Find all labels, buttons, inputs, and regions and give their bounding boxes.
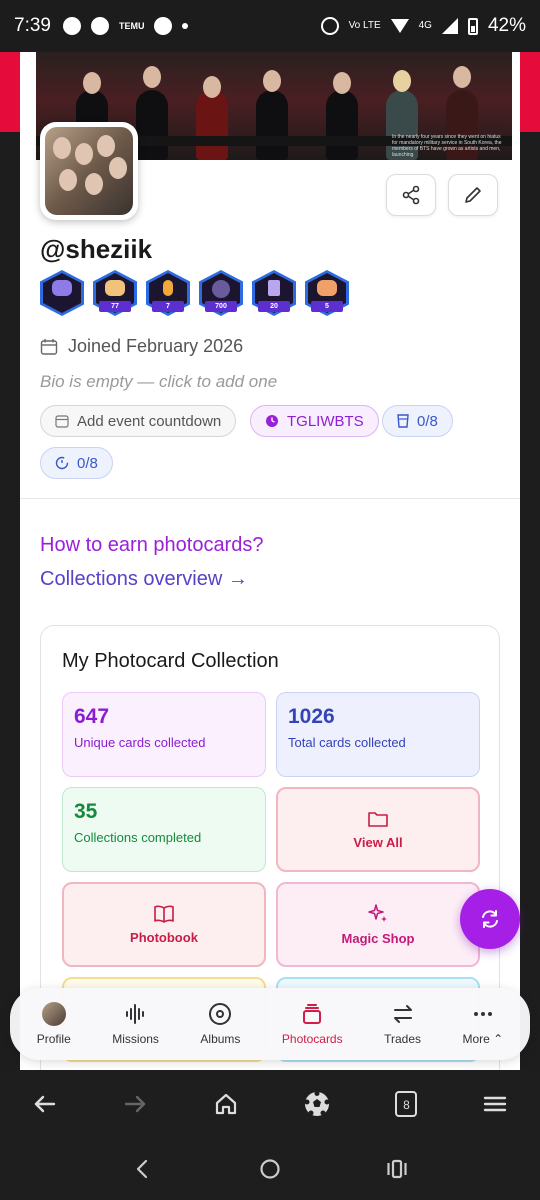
- more-dots-icon: [473, 1012, 492, 1016]
- more-notifications-dot: [182, 23, 189, 29]
- battery-percent: 42%: [487, 15, 526, 36]
- status-time: 7:39: [14, 15, 51, 36]
- status-bar: 7:39 TEMU Vo LTE 4G 42%: [0, 0, 540, 52]
- nav-profile[interactable]: Profile: [37, 1002, 71, 1046]
- chevron-up-icon: ⌃: [493, 1032, 504, 1046]
- stat-total-cards: 1026 Total cards collected: [276, 692, 480, 777]
- sparkles-icon: [368, 904, 387, 922]
- add-event-countdown-chip[interactable]: Add event countdown: [40, 405, 237, 437]
- bio-placeholder[interactable]: Bio is empty — click to add one: [40, 372, 277, 392]
- forward-arrow-icon[interactable]: [122, 1091, 148, 1117]
- nav-missions[interactable]: Missions: [112, 1002, 159, 1046]
- view-all-button[interactable]: View All: [276, 787, 480, 872]
- folder-icon: [368, 812, 388, 827]
- system-navigation: [0, 1138, 540, 1200]
- volte-icon: Vo LTE: [348, 20, 381, 31]
- share-button[interactable]: [386, 174, 436, 216]
- book-icon: [154, 905, 174, 923]
- cup-icon: [397, 414, 409, 428]
- photobook-button[interactable]: Photobook: [62, 882, 266, 967]
- network-type: 4G: [418, 20, 432, 31]
- tab-count: 8: [403, 1098, 410, 1112]
- magic-shop-button[interactable]: Magic Shop: [276, 882, 480, 967]
- how-to-earn-link[interactable]: How to earn photocards?: [40, 534, 263, 557]
- swap-arrows-icon: [393, 1005, 412, 1023]
- badge-brain[interactable]: [40, 270, 84, 316]
- joined-date: Joined February 2026: [40, 336, 243, 357]
- refresh-icon: [482, 910, 498, 928]
- film-reel-badge-icon: [212, 280, 230, 298]
- soccer-ball-icon[interactable]: [303, 1090, 331, 1118]
- tag-chip[interactable]: TGLIWBTS: [250, 405, 379, 437]
- wifi-icon: [390, 19, 409, 33]
- facebook-icon: [62, 17, 81, 35]
- edit-profile-button[interactable]: [448, 174, 498, 216]
- clock-icon: [266, 415, 278, 427]
- app-notification-icon: [90, 17, 109, 35]
- badge-film-reel[interactable]: 700: [199, 270, 243, 316]
- badge-pancake[interactable]: 77: [93, 270, 137, 316]
- nav-more[interactable]: More ⌃: [462, 1002, 503, 1046]
- system-home-icon[interactable]: [259, 1158, 281, 1180]
- calendar-small-icon: [55, 415, 69, 428]
- temu-notification-icon: TEMU: [118, 20, 145, 31]
- cell-signal-icon: [441, 18, 458, 34]
- card-stack-icon: [303, 1004, 322, 1024]
- right-page-edge: [520, 52, 540, 1070]
- egg-badge-icon: [163, 280, 173, 296]
- back-arrow-icon[interactable]: [32, 1091, 58, 1117]
- battery-icon: [467, 17, 478, 35]
- profile-avatar[interactable]: [40, 122, 138, 220]
- pancake-badge-icon: [105, 280, 125, 296]
- timer-progress-chip[interactable]: 0/8: [40, 447, 113, 479]
- calendar-icon: [40, 338, 58, 355]
- share-icon: [402, 185, 420, 205]
- badge-handshake[interactable]: 5: [305, 270, 349, 316]
- left-page-edge: [0, 52, 20, 1070]
- disc-icon: [209, 1003, 232, 1025]
- home-icon[interactable]: [213, 1091, 239, 1117]
- stat-collections-completed: 35 Collections completed: [62, 787, 266, 872]
- collection-title: My Photocard Collection: [62, 650, 279, 672]
- brain-badge-icon: [52, 280, 72, 296]
- badge-egg[interactable]: 7: [146, 270, 190, 316]
- badge-calendar[interactable]: 20: [252, 270, 296, 316]
- tabs-button[interactable]: 8: [395, 1091, 418, 1117]
- profile-page: In the nearly four years since they went…: [20, 52, 520, 1070]
- avatar-image: [45, 127, 133, 215]
- collections-overview-link[interactable]: Collections overview →: [40, 568, 248, 591]
- badge-row: 77 7 700 20 5: [40, 270, 349, 316]
- audio-wave-icon: [125, 1004, 144, 1024]
- refresh-fab[interactable]: [460, 889, 520, 949]
- joined-text: Joined February 2026: [68, 336, 244, 356]
- nav-trades[interactable]: Trades: [384, 1002, 421, 1046]
- nav-photocards[interactable]: Photocards: [282, 1002, 343, 1046]
- nav-albums[interactable]: Albums: [200, 1002, 240, 1046]
- system-recents-icon[interactable]: [386, 1158, 408, 1180]
- timer-icon: [55, 456, 69, 470]
- stat-unique-cards: 647 Unique cards collected: [62, 692, 266, 777]
- pencil-icon: [465, 187, 481, 203]
- browser-toolbar: 8: [0, 1070, 540, 1138]
- alarm-icon: [320, 17, 339, 35]
- menu-icon[interactable]: [482, 1091, 508, 1117]
- bottom-nav: Profile Missions Albums Photocards Trade…: [10, 988, 530, 1060]
- handshake-badge-icon: [317, 280, 337, 296]
- cup-progress-chip[interactable]: 0/8: [382, 405, 453, 437]
- banner-caption: In the nearly four years since they went…: [392, 134, 502, 158]
- profile-avatar-icon: [41, 1002, 66, 1026]
- section-divider: [20, 498, 520, 499]
- calendar-badge-icon: [268, 280, 280, 296]
- system-back-icon[interactable]: [132, 1158, 154, 1180]
- app-notification-icon-2: [154, 17, 173, 35]
- profile-username: @sheziik: [40, 234, 153, 264]
